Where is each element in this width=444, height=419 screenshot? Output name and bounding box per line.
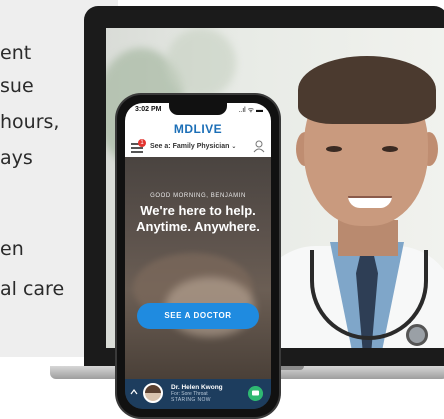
chevron-down-icon: ⌄ — [231, 144, 237, 150]
provider-name: Dr. Helen Kwong — [171, 384, 223, 391]
slide-text-line: hours, — [0, 111, 60, 133]
upcoming-visit-bar[interactable]: Dr. Helen Kwong For: Sore Throat STARING… — [125, 379, 271, 409]
phone: 3:02 PM ..ıl ᯤ ▬ MDLIVE 1 See a: Family … — [117, 95, 279, 417]
status-time: 3:02 PM — [135, 106, 162, 113]
slide-text-line: en — [0, 238, 24, 260]
phone-screen: 3:02 PM ..ıl ᯤ ▬ MDLIVE 1 See a: Family … — [125, 103, 271, 409]
visit-status: STARING NOW — [171, 397, 211, 403]
chevron-up-icon[interactable] — [130, 388, 138, 396]
headline: We're here to help. Anytime. Anywhere. — [125, 203, 271, 235]
slide-text-line: ent — [0, 42, 32, 64]
doctor-hair — [298, 56, 436, 124]
provider-type-label: See a: Family Physician — [150, 143, 230, 150]
provider-type-select[interactable]: See a: Family Physician ⌄ — [150, 143, 236, 150]
slide-text-line: ays — [0, 147, 33, 169]
slide-text-line: sue — [0, 75, 34, 97]
doctor-smile — [348, 196, 392, 208]
stethoscope-head — [406, 324, 428, 346]
chat-icon[interactable] — [248, 386, 263, 401]
background-blur — [166, 28, 236, 98]
phone-notch — [169, 103, 227, 115]
brand-logo: MDLIVE — [173, 122, 223, 136]
slide-text-line: al care — [0, 278, 65, 300]
doctor-eye — [382, 146, 398, 152]
greeting-text: GOOD MORNING, BENJAMIN — [150, 193, 246, 199]
avatar — [143, 383, 163, 403]
see-a-doctor-button[interactable]: SEE A DOCTOR — [137, 303, 259, 329]
status-icons: ..ıl ᯤ ▬ — [238, 107, 263, 114]
hero-section: GOOD MORNING, BENJAMIN We're here to hel… — [125, 157, 271, 379]
profile-icon[interactable] — [253, 140, 265, 153]
app-header: MDLIVE 1 See a: Family Physician ⌄ — [125, 119, 271, 157]
headline-line: We're here to help. — [140, 203, 256, 218]
doctor-eye — [326, 146, 342, 152]
headline-line: Anytime. Anywhere. — [136, 219, 260, 234]
notification-badge: 1 — [138, 139, 146, 147]
